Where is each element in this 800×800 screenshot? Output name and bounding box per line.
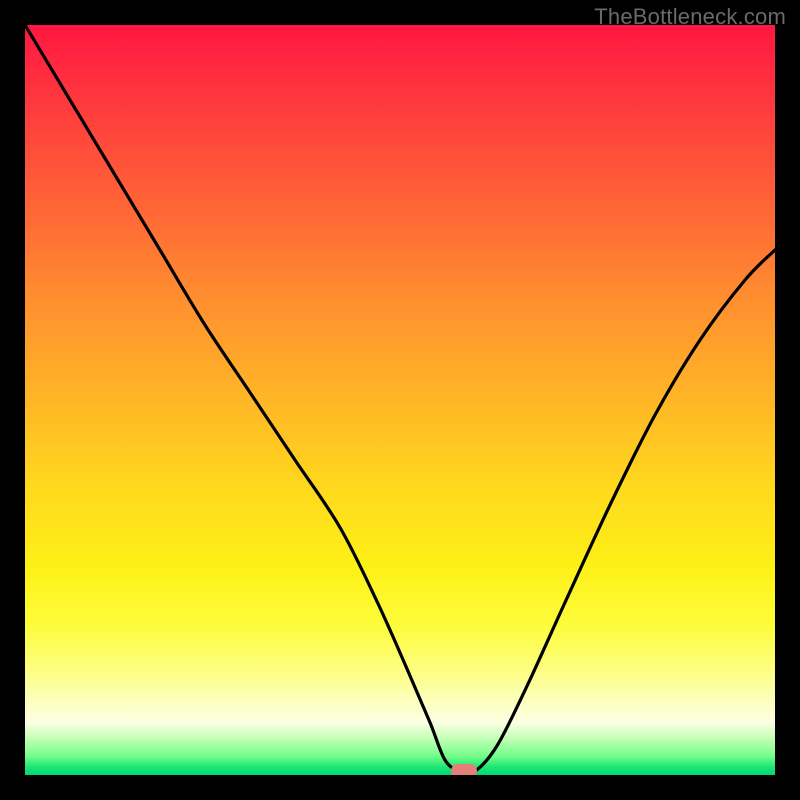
plot-area [25, 25, 775, 775]
chart-frame: TheBottleneck.com [0, 0, 800, 800]
bottleneck-curve [25, 25, 775, 775]
optimal-point-marker [451, 764, 477, 775]
watermark-text: TheBottleneck.com [594, 4, 786, 30]
